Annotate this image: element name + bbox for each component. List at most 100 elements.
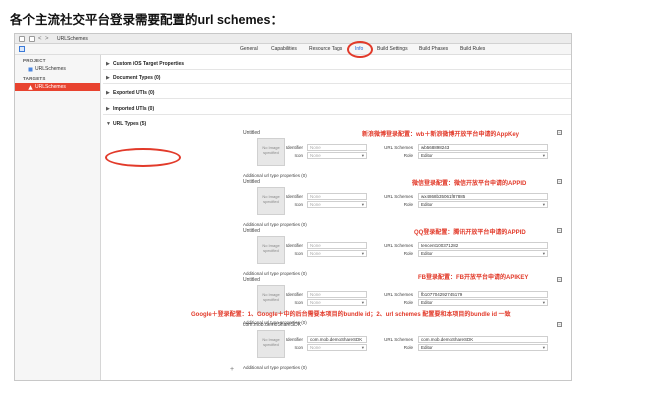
project-navigator-toggle[interactable]: [19, 46, 25, 52]
url-schemes-label: URL Schemes: [384, 243, 413, 248]
forward-button[interactable]: >: [45, 35, 49, 43]
remove-url-type-button[interactable]: −: [557, 130, 562, 135]
identifier-label: Identifier: [285, 243, 303, 248]
identifier-field[interactable]: None: [307, 193, 367, 200]
annotation-wechat: 微信登录配置：微信开放平台申请的APPID: [412, 181, 527, 187]
additional-properties-toggle[interactable]: Additional url type properties (0): [243, 365, 307, 370]
url-schemes-label: URL Schemes: [384, 145, 413, 150]
tab-capabilities[interactable]: Capabilities: [271, 46, 297, 53]
role-select[interactable]: Editor: [418, 344, 548, 351]
identifier-field[interactable]: None: [307, 291, 367, 298]
role-select[interactable]: Editor: [418, 201, 548, 208]
section-document-types[interactable]: ▶ Document Types (0): [103, 72, 571, 84]
disclosure-right-icon[interactable]: ▶: [106, 75, 110, 81]
section-title: Imported UTIs (0): [113, 106, 155, 112]
xcode-window: < > URLSchemes General Capabilities Reso…: [14, 33, 572, 381]
url-schemes-label: URL Schemes: [384, 337, 413, 342]
url-types-highlight: [105, 148, 181, 167]
project-header: PROJECT: [23, 58, 46, 63]
tab-build-settings[interactable]: Build Settings: [377, 46, 408, 53]
section-title: Exported UTIs (0): [113, 90, 155, 96]
icon-select[interactable]: None: [307, 299, 367, 306]
editor-tab-bar: General Capabilities Resource Tags Info …: [15, 44, 571, 55]
annotation-google-plus: Google＋登录配置：1、Google＋中的后台需要本项目的bundle id…: [191, 312, 511, 318]
section-custom-ios-target-properties[interactable]: ▶ Custom iOS Target Properties: [103, 58, 571, 70]
icon-select[interactable]: None: [307, 344, 367, 351]
section-imported-utis[interactable]: ▶ Imported UTIs (0): [103, 103, 571, 115]
identifier-field[interactable]: com.mob.demoShareSDK: [307, 336, 367, 343]
section-title: URL Types (5): [113, 121, 147, 127]
project-file-icon: [28, 67, 33, 72]
annotation-qq: QQ登录配置：腾讯开放平台申请的APPID: [414, 230, 526, 236]
identifier-label: Identifier: [285, 292, 303, 297]
icon-label: Icon: [294, 251, 303, 256]
navigator-toggle[interactable]: [19, 36, 25, 42]
url-type-name: Untitled: [243, 228, 260, 234]
add-url-type-button[interactable]: +: [230, 366, 234, 373]
remove-url-type-button[interactable]: −: [557, 179, 562, 184]
remove-url-type-button[interactable]: −: [557, 322, 562, 327]
page-caption: 各个主流社交平台登录需要配置的url schemes：: [10, 13, 283, 27]
disclosure-right-icon[interactable]: ▶: [106, 90, 110, 96]
file-breadcrumb[interactable]: URLSchemes: [57, 36, 88, 42]
icon-select[interactable]: None: [307, 152, 367, 159]
url-schemes-field[interactable]: com.mob.demoShareSDK: [418, 336, 548, 343]
icon-select[interactable]: None: [307, 250, 367, 257]
remove-url-type-button[interactable]: −: [557, 228, 562, 233]
disclosure-right-icon[interactable]: ▶: [106, 61, 110, 67]
image-placeholder[interactable]: No Image specified: [257, 187, 285, 215]
sidebar-item-label: URLSchemes: [35, 84, 66, 90]
url-type-entry-4: Untitled No Image specified Identifier N…: [243, 277, 563, 327]
sidebar-item-target[interactable]: URLSchemes: [15, 83, 100, 91]
tab-resource-tags[interactable]: Resource Tags: [309, 46, 342, 53]
url-type-name: Untitled: [243, 277, 260, 283]
sidebar-item-project[interactable]: URLSchemes: [15, 65, 100, 73]
icon-label: Icon: [294, 153, 303, 158]
identifier-label: Identifier: [285, 145, 303, 150]
section-title: Document Types (0): [113, 75, 161, 81]
disclosure-right-icon[interactable]: ▶: [106, 106, 110, 112]
icon-label: Icon: [294, 202, 303, 207]
additional-properties-toggle[interactable]: Additional url type properties (0): [243, 173, 307, 178]
role-label: Role: [403, 251, 413, 256]
url-schemes-field[interactable]: tencent100371282: [418, 242, 548, 249]
url-type-name: com.mob.demoShareSDK: [243, 322, 302, 328]
app-target-icon: [28, 85, 33, 90]
role-label: Role: [403, 153, 413, 158]
role-select[interactable]: Editor: [418, 250, 548, 257]
role-select[interactable]: Editor: [418, 299, 548, 306]
image-placeholder[interactable]: No Image specified: [257, 138, 285, 166]
grid-icon[interactable]: [29, 36, 35, 42]
image-placeholder[interactable]: No Image specified: [257, 330, 285, 358]
url-type-name: Untitled: [243, 130, 260, 136]
back-button[interactable]: <: [38, 35, 42, 43]
annotation-sina-weibo: 新浪微博登录配置：wb＋新浪微博开放平台申请的AppKey: [362, 132, 520, 138]
tab-build-phases[interactable]: Build Phases: [419, 46, 448, 53]
project-sidebar: PROJECT URLSchemes TARGETS URLSchemes: [15, 55, 101, 380]
disclosure-down-icon[interactable]: ▼: [106, 121, 111, 127]
icon-select[interactable]: None: [307, 201, 367, 208]
role-select[interactable]: Editor: [418, 152, 548, 159]
image-placeholder[interactable]: No Image specified: [257, 236, 285, 264]
identifier-field[interactable]: None: [307, 144, 367, 151]
url-schemes-field[interactable]: wb568898243: [418, 144, 548, 151]
targets-header: TARGETS: [23, 76, 46, 81]
url-schemes-label: URL Schemes: [384, 194, 413, 199]
role-label: Role: [403, 202, 413, 207]
annotation-facebook: FB登录配置：FB开放平台申请的APIKEY: [418, 275, 529, 281]
url-schemes-field[interactable]: wx4868b35061f87885: [418, 193, 548, 200]
additional-properties-toggle[interactable]: Additional url type properties (0): [243, 222, 307, 227]
sidebar-item-label: URLSchemes: [35, 66, 66, 72]
url-schemes-label: URL Schemes: [384, 292, 413, 297]
tab-build-rules[interactable]: Build Rules: [460, 46, 485, 53]
url-type-name: Untitled: [243, 179, 260, 185]
section-exported-utis[interactable]: ▶ Exported UTIs (0): [103, 87, 571, 99]
role-label: Role: [403, 300, 413, 305]
remove-url-type-button[interactable]: −: [557, 277, 562, 282]
icon-label: Icon: [294, 345, 303, 350]
additional-properties-toggle[interactable]: Additional url type properties (0): [243, 271, 307, 276]
tab-general[interactable]: General: [240, 46, 258, 53]
identifier-field[interactable]: None: [307, 242, 367, 249]
icon-label: Icon: [294, 300, 303, 305]
url-schemes-field[interactable]: fb107704292745179: [418, 291, 548, 298]
